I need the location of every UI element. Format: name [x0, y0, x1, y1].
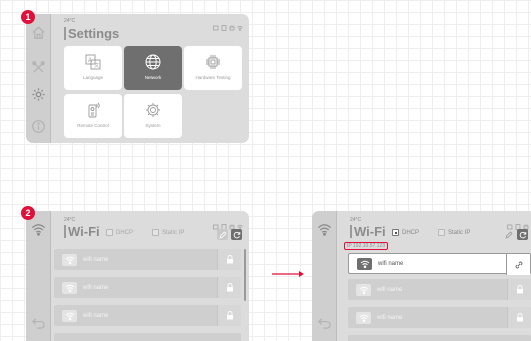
dhcp-checkbox[interactable]	[392, 229, 399, 236]
page-title: Wi-Fi	[64, 225, 100, 238]
edit-button[interactable]	[503, 229, 514, 240]
step-badge-1: 1	[21, 10, 35, 24]
wifi-network-row-selected[interactable]: wifi name	[348, 253, 531, 275]
static-ip-checkbox[interactable]	[438, 229, 445, 236]
storage-icon	[221, 18, 227, 31]
lock-icon[interactable]	[217, 249, 241, 270]
usb-icon	[229, 18, 235, 31]
transition-arrow-icon	[272, 271, 304, 277]
static-ip-option[interactable]: Static IP	[152, 229, 184, 236]
scrollbar[interactable]	[244, 249, 246, 301]
wifi-icon[interactable]	[316, 221, 333, 238]
lock-icon[interactable]	[507, 279, 531, 300]
home-icon[interactable]	[30, 24, 47, 41]
wifi-name: wifi name	[83, 312, 109, 319]
wifi-screen-before: 24°C Wi-Fi DHCP Static IP wifi name wifi…	[26, 211, 249, 341]
dhcp-label: DHCP	[402, 229, 420, 236]
static-ip-label: Static IP	[162, 229, 185, 236]
temperature-readout: 24°C	[64, 217, 76, 223]
language-icon: A文	[84, 53, 102, 71]
link-icon[interactable]	[506, 254, 530, 275]
tile-label: Network	[144, 75, 162, 80]
tile-language[interactable]: A文 Language	[64, 46, 122, 90]
battery-icon	[213, 18, 219, 31]
dhcp-option[interactable]: DHCP	[106, 229, 133, 236]
storage-icon	[221, 217, 227, 230]
wifi-signal-icon	[62, 253, 77, 266]
wifi-network-row[interactable]: wifi name	[54, 305, 241, 326]
side-rail	[312, 211, 337, 341]
lock-icon[interactable]	[217, 305, 241, 326]
tools-icon[interactable]	[30, 59, 47, 76]
wifi-signal-icon	[62, 309, 77, 322]
dhcp-option[interactable]: DHCP	[392, 229, 419, 236]
wifi-signal-icon	[357, 257, 372, 270]
wifi-signal-icon	[62, 281, 77, 294]
settings-screen: 24°C Settings A文 Language Network Hardwa…	[26, 14, 249, 143]
tile-hardware-testing[interactable]: Hardware Testing	[184, 46, 242, 90]
wifi-name: wifi name	[83, 284, 109, 291]
tile-label: System	[145, 123, 161, 128]
battery-icon	[507, 217, 513, 230]
tile-system[interactable]: System	[124, 94, 182, 138]
wifi-network-row[interactable]: wifi name	[54, 249, 241, 270]
gear-icon	[144, 101, 162, 119]
svg-text:A: A	[88, 58, 92, 64]
refresh-button[interactable]	[517, 229, 528, 240]
svg-text:文: 文	[94, 62, 99, 69]
wifi-name: wifi name	[377, 314, 403, 321]
temperature-readout: 24°C	[64, 18, 76, 24]
info-icon[interactable]	[30, 118, 47, 135]
step-badge-2: 2	[21, 206, 35, 220]
wifi-screen-after: 24°C Wi-Fi DHCP Static IP IP 192.10.57.1…	[312, 211, 531, 341]
wifi-icon[interactable]	[30, 221, 47, 238]
status-bar	[213, 217, 243, 230]
temperature-readout: 24°C	[350, 217, 362, 223]
wifi-network-row[interactable]: wifi name	[54, 277, 241, 298]
wifi-network-row[interactable]: wifi name	[348, 279, 531, 300]
chip-icon	[204, 53, 222, 71]
lock-icon[interactable]	[507, 307, 531, 328]
wifi-name: wifi name	[378, 260, 404, 267]
back-icon[interactable]	[316, 314, 333, 331]
tile-label: Language	[82, 75, 104, 80]
static-ip-checkbox[interactable]	[152, 229, 159, 236]
dhcp-checkbox[interactable]	[106, 229, 113, 236]
static-ip-label: Static IP	[448, 229, 471, 236]
globe-icon	[144, 53, 162, 71]
ip-address-readout: IP 192.10.57.123	[344, 242, 388, 250]
status-bar	[507, 217, 529, 230]
remote-control-icon	[84, 101, 102, 119]
static-ip-option[interactable]: Static IP	[438, 229, 470, 236]
back-icon[interactable]	[30, 314, 47, 331]
battery-icon	[213, 217, 219, 230]
tile-label: Hardware Testing	[195, 75, 231, 80]
wifi-network-row[interactable]	[348, 335, 531, 341]
side-rail	[26, 211, 51, 341]
side-rail	[26, 14, 51, 143]
wifi-name: wifi name	[83, 256, 109, 263]
usb-icon	[229, 217, 235, 230]
tile-remote-control[interactable]: Remote Control	[64, 94, 122, 138]
refresh-button[interactable]	[231, 229, 242, 240]
tile-label: Remote Control	[77, 123, 109, 128]
wifi-signal-icon	[356, 311, 371, 324]
wifi-status-icon	[237, 217, 243, 230]
edit-button[interactable]	[217, 229, 228, 240]
tile-network[interactable]: Network	[124, 46, 182, 90]
wifi-name: wifi name	[377, 286, 403, 293]
wifi-network-row[interactable]: wifi name	[348, 307, 531, 328]
wifi-status-icon	[237, 18, 243, 31]
settings-icon[interactable]	[30, 86, 47, 103]
dhcp-label: DHCP	[116, 229, 134, 236]
page-title: Wi-Fi	[350, 225, 386, 238]
wifi-network-row[interactable]	[54, 333, 241, 341]
wifi-signal-icon	[356, 283, 371, 296]
status-bar	[213, 18, 243, 31]
usb-icon	[523, 217, 529, 230]
storage-icon	[515, 217, 521, 230]
lock-icon[interactable]	[217, 277, 241, 298]
page-title: Settings	[64, 27, 119, 40]
